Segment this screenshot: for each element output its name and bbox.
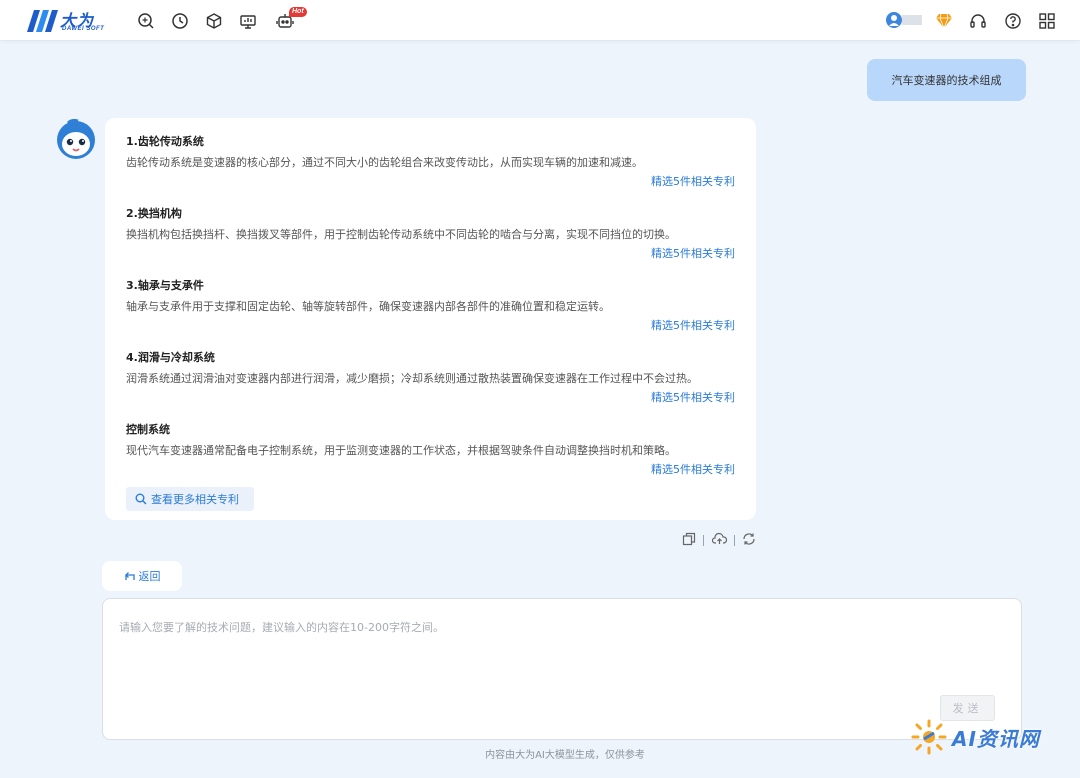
question-input[interactable] [119,619,999,689]
section-body: 润滑系统通过润滑油对变速器内部进行润滑，减少磨损；冷却系统则通过散热装置确保变速… [126,372,698,385]
help-icon[interactable] [1004,12,1022,30]
watermark-logo-icon [911,719,947,755]
answer-section: 控制系统 现代汽车变速器通常配备电子控制系统，用于监测变速器的工作状态，并根据驾… [126,423,741,476]
diamond-icon[interactable] [935,12,953,30]
section-title: 1.齿轮传动系统 [126,135,204,148]
related-patents-link[interactable]: 精选5件相关专利 [651,391,735,405]
watermark: AI资讯网 [910,717,1060,757]
monitor-chart-icon[interactable] [239,12,257,30]
action-divider [703,534,705,546]
related-patents-link[interactable]: 精选5件相关专利 [651,247,735,261]
dawei-logo[interactable]: 大为 DAWEI SOFT [26,6,112,36]
regenerate-icon[interactable] [742,531,756,550]
answer-section: 3.轴承与支承件 轴承与支承件用于支撑和固定齿轮、轴等旋转部件，确保变速器内部各… [126,279,741,332]
search-icon [135,493,147,505]
answer-section: 2.换挡机构 换挡机构包括换挡杆、换挡拨叉等部件，用于控制齿轮传动系统中不同齿轮… [126,207,741,260]
user-avatar[interactable] [886,12,924,28]
user-avatar-icon [886,12,902,28]
back-button-label: 返回 [138,570,161,583]
question-input-box: 发送 [102,598,1022,740]
history-icon[interactable] [171,12,189,30]
section-body: 轴承与支承件用于支撑和固定齿轮、轴等旋转部件，确保变速器内部各部件的准确位置和稳… [126,300,610,313]
view-more-patents-button[interactable]: 查看更多相关专利 [126,487,254,511]
headset-icon[interactable] [969,12,987,30]
back-button[interactable]: 返回 [102,561,182,591]
hot-badge: Hot [289,7,307,17]
apps-grid-icon[interactable] [1038,12,1056,30]
cloud-save-icon[interactable] [711,531,727,550]
related-patents-link[interactable]: 精选5件相关专利 [651,319,735,333]
return-arrow-icon [124,572,135,580]
section-title: 4.润滑与冷却系统 [126,351,215,364]
logo-mark-icon [27,10,58,32]
answer-actions [682,532,756,548]
section-body: 现代汽车变速器通常配备电子控制系统，用于监测变速器的工作状态，并根据驾驶条件自动… [126,444,676,457]
user-message-bubble: 汽车变速器的技术组成 [867,59,1026,101]
copy-icon[interactable] [682,531,696,550]
assistant-avatar-icon [54,117,98,161]
answer-section: 4.润滑与冷却系统 润滑系统通过润滑油对变速器内部进行润滑，减少磨损；冷却系统则… [126,351,741,404]
section-title: 3.轴承与支承件 [126,279,204,292]
answer-section: 1.齿轮传动系统 齿轮传动系统是变速器的核心部分，通过不同大小的齿轮组合来改变传… [126,135,741,188]
answer-card: 1.齿轮传动系统 齿轮传动系统是变速器的核心部分，通过不同大小的齿轮组合来改变传… [105,118,756,520]
section-body: 换挡机构包括换挡杆、换挡拨叉等部件，用于控制齿轮传动系统中不同齿轮的啮合与分离，… [126,228,676,241]
related-patents-link[interactable]: 精选5件相关专利 [651,463,735,477]
section-title: 2.换挡机构 [126,207,182,220]
top-header: 大为 DAWEI SOFT Hot [0,0,1080,41]
related-patents-link[interactable]: 精选5件相关专利 [651,175,735,189]
view-more-label: 查看更多相关专利 [151,493,239,506]
username-placeholder [902,15,922,25]
logo-subtext: DAWEI SOFT [62,26,105,32]
section-body: 齿轮传动系统是变速器的核心部分，通过不同大小的齿轮组合来改变传动比，从而实现车辆… [126,156,643,169]
search-chat-icon[interactable] [137,12,155,30]
section-title: 控制系统 [126,423,170,436]
action-divider [733,534,735,546]
cube-icon[interactable] [205,12,223,30]
watermark-text: AI资讯网 [952,726,1040,751]
